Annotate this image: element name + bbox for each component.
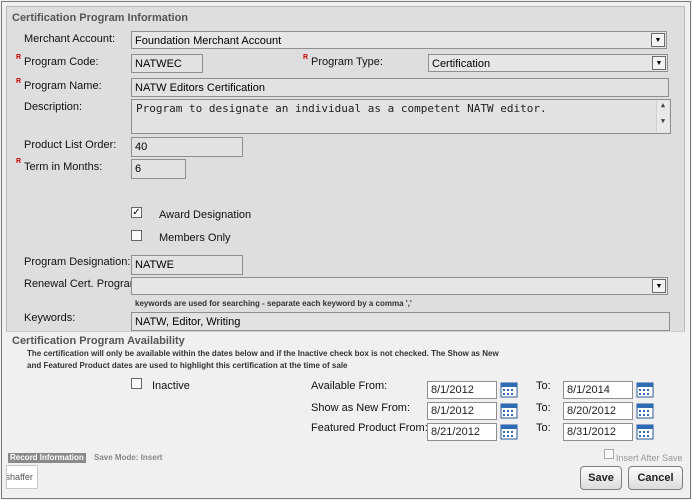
calendar-icon[interactable] <box>636 402 654 419</box>
section-title-availability: Certification Program Availability <box>12 335 185 347</box>
program-code-label: Program Code: <box>24 56 99 68</box>
required-marker: R <box>303 54 309 61</box>
inactive-checkbox[interactable] <box>131 378 142 389</box>
dropdown-arrow-icon[interactable]: ▼ <box>651 33 665 47</box>
program-type-select[interactable]: Certification ▼ <box>428 54 668 72</box>
program-code-input[interactable]: NATWEC <box>131 54 203 73</box>
required-marker: R <box>16 158 22 165</box>
section-title-info: Certification Program Information <box>12 12 189 24</box>
user-name: sshaffer <box>7 472 33 482</box>
available-to-date-input[interactable]: 8/1/2014 <box>563 381 633 399</box>
save-button[interactable]: Save <box>580 466 622 490</box>
availability-note-line1: The certification will only be available… <box>27 349 499 358</box>
program-designation-input[interactable]: NATWE <box>131 255 243 275</box>
calendar-icon[interactable] <box>500 381 518 398</box>
merchant-account-value: Foundation Merchant Account <box>135 35 282 47</box>
program-type-label: Program Type: <box>311 56 383 68</box>
inactive-label: Inactive <box>152 380 190 392</box>
merchant-account-label: Merchant Account: <box>24 33 116 45</box>
featured-from-label: Featured Product From: <box>311 422 428 434</box>
product-list-order-label: Product List Order: <box>24 139 117 151</box>
insert-after-save-label: Insert After Save <box>616 453 683 463</box>
renewal-cert-select[interactable]: ▼ <box>131 277 668 295</box>
show-new-from-label: Show as New From: <box>311 402 411 414</box>
user-name-box: sshaffer <box>6 465 38 489</box>
term-months-input[interactable]: 6 <box>131 159 186 179</box>
show-new-to-date-input[interactable]: 8/20/2012 <box>563 402 633 420</box>
availability-note-line2: and Featured Product dates are used to h… <box>27 361 348 370</box>
required-marker: R <box>16 54 22 61</box>
show-new-from-date-input[interactable]: 8/1/2012 <box>427 402 497 420</box>
calendar-icon[interactable] <box>500 402 518 419</box>
members-only-label: Members Only <box>159 232 231 244</box>
keywords-input[interactable]: NATW, Editor, Writing <box>131 312 670 331</box>
featured-to-date-input[interactable]: 8/31/2012 <box>563 423 633 441</box>
to-label: To: <box>536 422 551 434</box>
available-from-date-input[interactable]: 8/1/2012 <box>427 381 497 399</box>
insert-after-save-checkbox[interactable] <box>604 449 614 459</box>
to-label: To: <box>536 402 551 414</box>
calendar-icon[interactable] <box>500 423 518 440</box>
description-scrollbar[interactable]: ▲ ▼ <box>656 101 669 132</box>
to-label: To: <box>536 380 551 392</box>
term-months-label: Term in Months: <box>24 161 103 173</box>
merchant-account-select[interactable]: Foundation Merchant Account ▼ <box>131 31 667 49</box>
members-only-checkbox[interactable] <box>131 230 142 241</box>
description-value: Program to designate an individual as a … <box>136 102 547 115</box>
award-designation-checkbox[interactable]: ✓ <box>131 207 142 218</box>
cancel-button[interactable]: Cancel <box>628 466 683 490</box>
description-textarea[interactable]: Program to designate an individual as a … <box>131 99 671 134</box>
record-information-tab[interactable]: Record Information <box>8 453 86 463</box>
program-name-label: Program Name: <box>24 80 102 92</box>
program-designation-label: Program Designation: <box>24 256 131 268</box>
featured-from-date-input[interactable]: 8/21/2012 <box>427 423 497 441</box>
dropdown-arrow-icon[interactable]: ▼ <box>652 279 666 293</box>
description-label: Description: <box>24 101 83 113</box>
available-from-label: Available From: <box>311 380 388 392</box>
dropdown-arrow-icon[interactable]: ▼ <box>652 56 666 70</box>
program-name-input[interactable]: NATW Editors Certification <box>131 78 669 97</box>
required-marker: R <box>16 78 22 85</box>
program-type-value: Certification <box>432 58 491 70</box>
save-mode-label: Save Mode: Insert <box>94 453 163 462</box>
calendar-icon[interactable] <box>636 381 654 398</box>
keywords-label: Keywords: <box>24 312 76 324</box>
keywords-hint: keywords are used for searching - separa… <box>135 299 412 308</box>
calendar-icon[interactable] <box>636 423 654 440</box>
award-designation-label: Award Designation <box>159 209 252 221</box>
renewal-cert-label: Renewal Cert. Program <box>24 278 139 290</box>
product-list-order-input[interactable]: 40 <box>131 137 243 157</box>
